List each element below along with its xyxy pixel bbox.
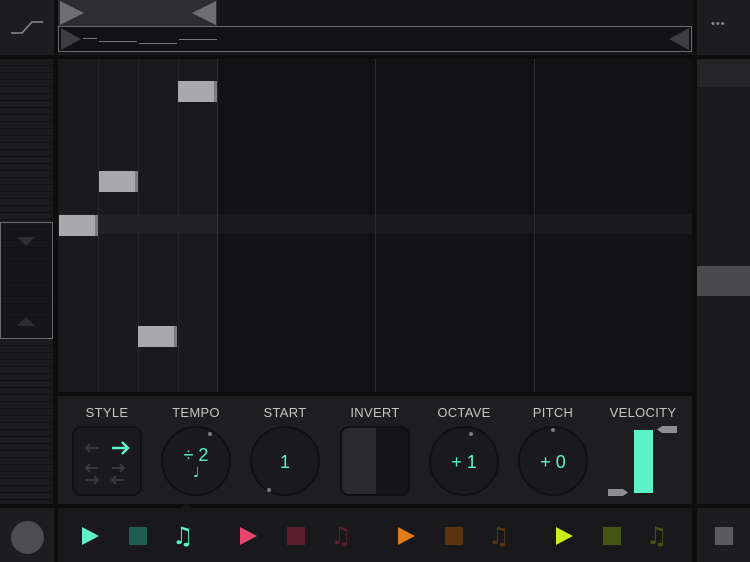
tempo-label: TEMPO: [172, 405, 220, 420]
stop-button-2[interactable]: [287, 527, 305, 545]
stop-button-1[interactable]: [129, 527, 147, 545]
overview-note: [99, 41, 137, 42]
overview-start-marker: [61, 28, 81, 50]
quarter-note-icon: ♩: [193, 465, 200, 481]
envelope-curve-icon: [11, 21, 43, 34]
knob-indicator: [469, 432, 473, 436]
bar-line: [534, 59, 535, 392]
transport-bar: [58, 508, 692, 562]
start-label: START: [263, 405, 307, 420]
more-button[interactable]: •••: [697, 0, 750, 55]
scroll-top-area: [697, 59, 750, 87]
invert-label: INVERT: [350, 405, 400, 420]
play-button-1[interactable]: [82, 527, 99, 545]
global-stop-button[interactable]: [715, 527, 733, 545]
style-selector[interactable]: [72, 426, 142, 496]
keyboard-viewport[interactable]: [0, 222, 53, 339]
overview-note: [179, 39, 217, 40]
velocity-label: VELOCITY: [609, 405, 677, 420]
invert-toggle-half: [342, 428, 376, 494]
octave-label: OCTAVE: [437, 405, 491, 420]
scroll-thumb[interactable]: [697, 266, 750, 296]
pattern-notes-icon-3[interactable]: ♫: [488, 524, 510, 548]
record-button[interactable]: [11, 521, 44, 554]
bar-line: [375, 59, 376, 392]
arrow-pattern-icon: [84, 441, 130, 485]
pattern-notes-icon-1[interactable]: ♫: [172, 524, 194, 548]
pitch-label: PITCH: [532, 405, 574, 420]
note-block[interactable]: [99, 171, 138, 192]
octave-value: + 1: [451, 452, 477, 472]
loop-region[interactable]: [58, 0, 217, 26]
start-knob[interactable]: 1: [250, 426, 320, 496]
overview-end-marker: [669, 28, 689, 50]
grid-line: [98, 59, 99, 392]
note-grid[interactable]: [58, 59, 692, 392]
tempo-value: ÷ 2: [183, 445, 209, 465]
knob-indicator: [267, 488, 271, 492]
stop-button-3[interactable]: [445, 527, 463, 545]
knob-indicator: [551, 428, 555, 432]
curve-button[interactable]: [0, 0, 54, 55]
play-button-2[interactable]: [240, 527, 257, 545]
play-button-4[interactable]: [556, 527, 573, 545]
stop-button-4[interactable]: [603, 527, 621, 545]
style-label: STYLE: [85, 405, 129, 420]
note-block[interactable]: [178, 81, 217, 102]
overview-note: [139, 43, 177, 44]
bar-line: [217, 59, 218, 392]
overview-note: [83, 38, 97, 39]
note-block[interactable]: [59, 215, 98, 236]
pattern-overview[interactable]: [58, 26, 692, 52]
chevron-up-icon: [17, 317, 35, 326]
pattern-notes-icon-2[interactable]: ♫: [330, 524, 352, 548]
pitch-value: + 0: [540, 452, 566, 472]
ellipsis-icon: •••: [711, 18, 726, 30]
pattern-notes-icon-4[interactable]: ♫: [646, 524, 668, 548]
start-value: 1: [279, 452, 290, 472]
play-button-3[interactable]: [398, 527, 415, 545]
invert-toggle[interactable]: [340, 426, 410, 496]
loop-end-handle[interactable]: [192, 1, 216, 25]
note-block[interactable]: [138, 326, 177, 347]
pitch-knob[interactable]: + 0: [518, 426, 588, 496]
selected-pattern-indicator: [180, 503, 192, 509]
grid-line: [178, 59, 179, 392]
octave-knob[interactable]: + 1: [429, 426, 499, 496]
velocity-level-bar: [634, 430, 653, 493]
tempo-knob[interactable]: ÷ 2 ♩: [161, 426, 231, 496]
loop-start-handle[interactable]: [60, 1, 84, 25]
knob-indicator: [208, 432, 212, 436]
chevron-down-icon: [17, 237, 35, 246]
